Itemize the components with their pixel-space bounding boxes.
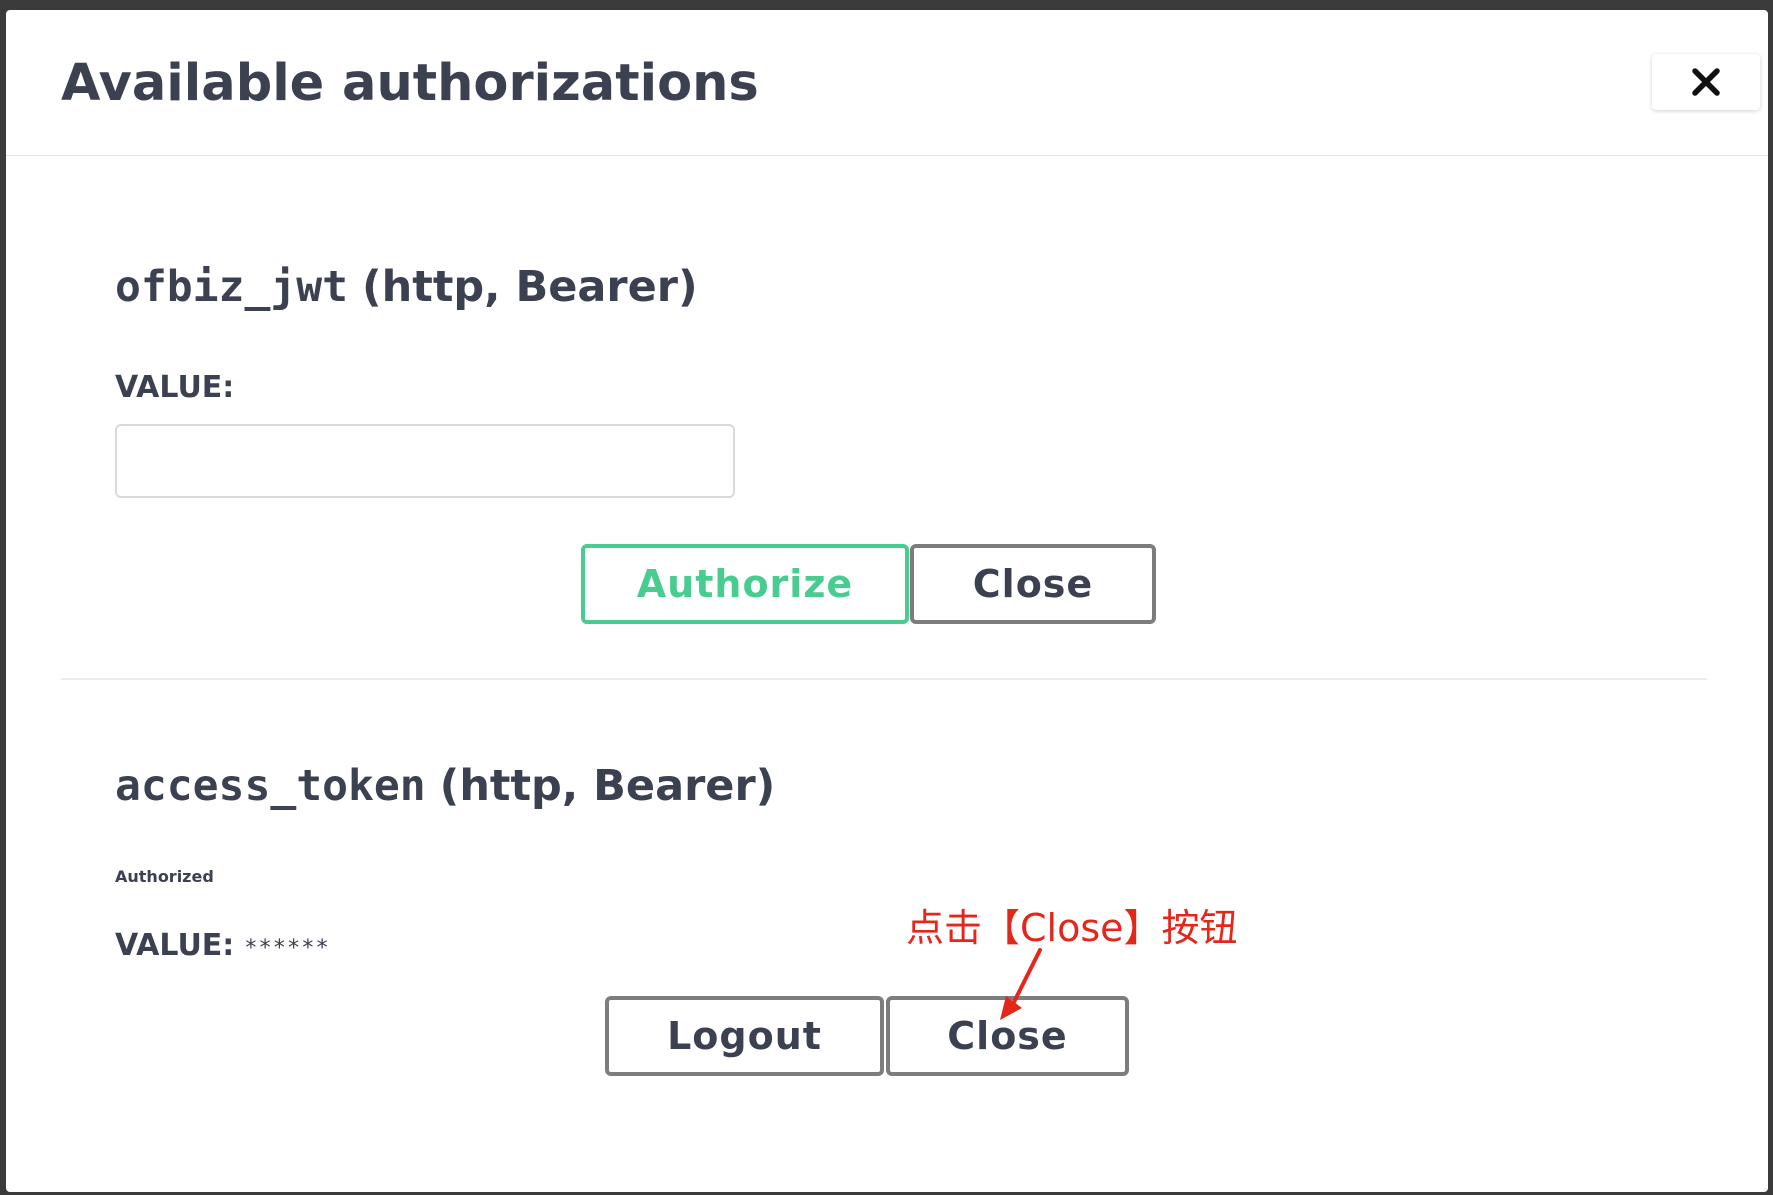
scheme-meta: (http, Bearer) (362, 262, 698, 312)
annotation-arrow-icon (1000, 948, 1042, 1020)
scheme-name: access_token (115, 761, 426, 811)
scheme-title: access_token (http, Bearer) (115, 761, 775, 811)
value-input[interactable] (115, 424, 735, 498)
scheme-title: ofbiz_jwt (http, Bearer) (115, 262, 698, 312)
value-row: VALUE: ****** (115, 928, 330, 963)
logout-button[interactable]: Logout (605, 996, 884, 1076)
close-modal-button[interactable] (1652, 54, 1760, 110)
scheme-name: ofbiz_jwt (115, 262, 348, 312)
masked-value: ****** (244, 936, 330, 961)
close-icon (1692, 68, 1720, 96)
scheme-meta: (http, Bearer) (439, 761, 776, 811)
scheme-ofbiz-jwt: ofbiz_jwt (http, Bearer) (115, 262, 698, 312)
section-divider (61, 678, 1707, 680)
modal-header: Available authorizations (6, 10, 1768, 156)
annotation-label: 点击【Close】按钮 (906, 906, 1238, 950)
authorizations-modal: Available authorizations ofbiz_jwt (http,… (6, 10, 1768, 1192)
authorize-button[interactable]: Authorize (581, 544, 909, 624)
modal-title: Available authorizations (61, 54, 759, 113)
close-button[interactable]: Close (910, 544, 1156, 624)
scheme-access-token: access_token (http, Bearer) (115, 761, 775, 811)
value-label: VALUE: (115, 370, 235, 405)
authorized-status: Authorized (115, 867, 214, 886)
value-label: VALUE: (115, 928, 235, 963)
